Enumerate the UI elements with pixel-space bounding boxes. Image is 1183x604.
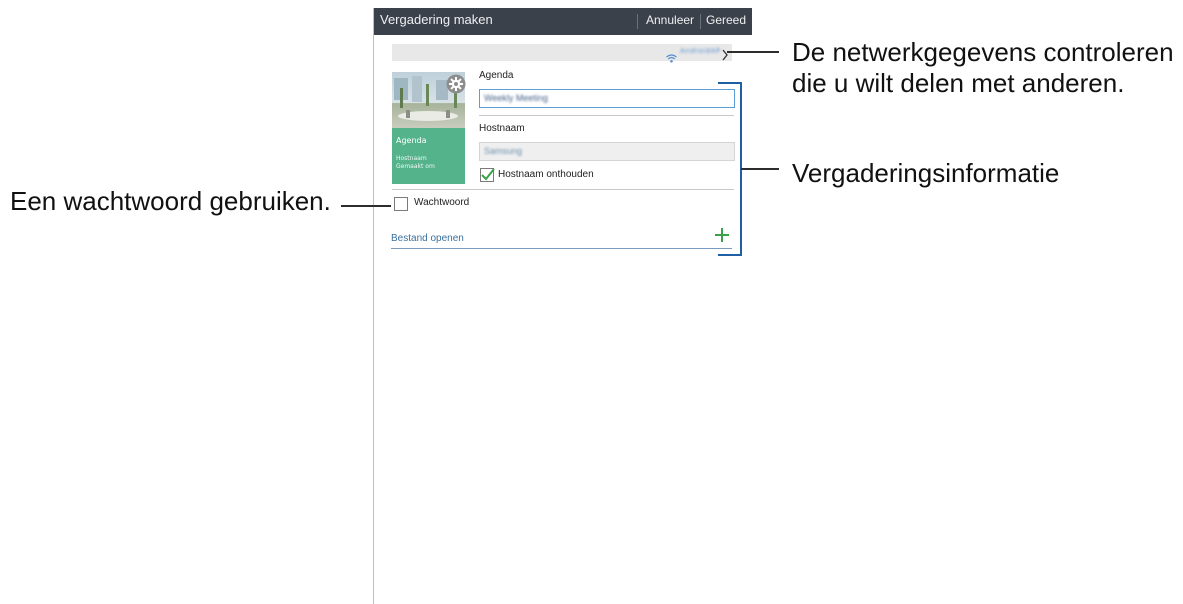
password-checkbox[interactable] <box>394 197 408 211</box>
open-file-underline <box>391 248 732 249</box>
thumbnail-host: Hostnaam <box>396 155 427 162</box>
remember-host-label: Hostnaam onthouden <box>498 169 594 180</box>
agenda-input[interactable]: Weekly Meeting <box>479 89 735 108</box>
open-file-button[interactable]: Bestand openen <box>391 233 464 244</box>
agenda-label: Agenda <box>479 70 514 81</box>
meeting-info-bracket <box>718 82 742 256</box>
network-callout-line1: De netwerkgegevens controleren <box>792 37 1174 67</box>
divider <box>392 189 734 190</box>
thumbnail-info: Agenda Hostnaam Gemaakt om <box>392 128 465 184</box>
meeting-info-callout: Vergaderingsinformatie <box>792 158 1060 188</box>
network-callout: De netwerkgegevens controleren die u wil… <box>792 37 1174 99</box>
chevron-right-icon[interactable] <box>721 46 729 65</box>
cancel-button[interactable]: Annuleer <box>646 13 694 27</box>
password-label: Wachtwoord <box>414 197 470 208</box>
gear-icon[interactable] <box>446 74 466 98</box>
password-leader-line <box>341 205 391 207</box>
host-input[interactable]: Samsung <box>479 142 735 161</box>
network-info-bar[interactable]: AndroidAP <box>392 44 732 63</box>
thumbnail-created: Gemaakt om <box>396 163 435 170</box>
action-bar: Vergadering maken Annuleer Gereed <box>374 8 752 35</box>
device-screen: Vergadering maken Annuleer Gereed Androi… <box>373 8 752 604</box>
wifi-icon <box>666 48 677 67</box>
action-separator <box>637 14 638 29</box>
screen-title: Vergadering maken <box>380 12 493 27</box>
host-value: Samsung <box>484 146 523 156</box>
done-button[interactable]: Gereed <box>706 13 746 27</box>
action-separator <box>700 14 701 29</box>
meeting-info-leader-line <box>741 168 779 170</box>
host-label: Hostnaam <box>479 123 525 134</box>
thumbnail-agenda: Agenda <box>396 136 427 145</box>
divider <box>479 115 734 116</box>
password-callout: Een wachtwoord gebruiken. <box>10 186 331 216</box>
agenda-value: Weekly Meeting <box>484 93 548 103</box>
network-callout-line2: die u wilt delen met anderen. <box>792 68 1125 98</box>
remember-host-checkbox[interactable] <box>480 168 495 182</box>
network-name: AndroidAP <box>680 47 721 55</box>
network-leader-line <box>727 51 779 53</box>
